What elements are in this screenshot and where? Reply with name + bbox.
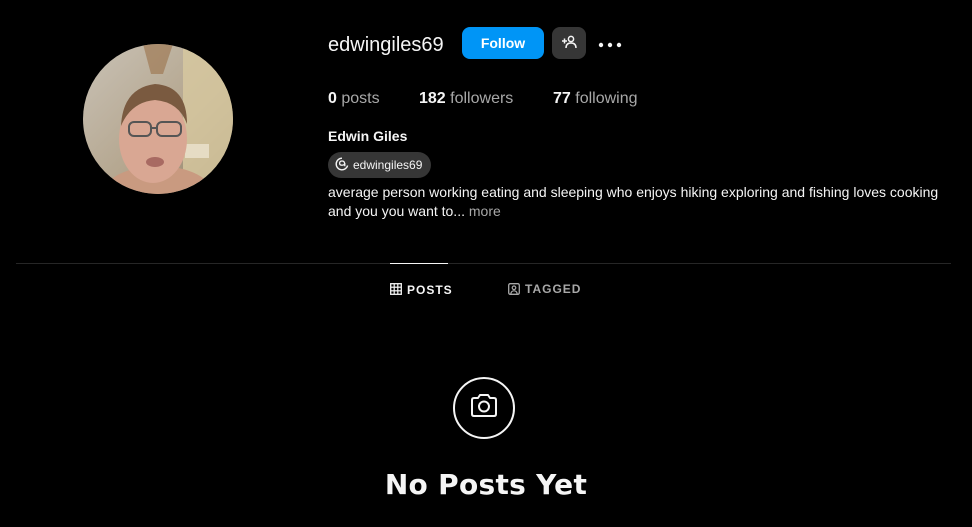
profile-page: edwingiles69 Follow 0 posts 182 follower… [0, 0, 972, 527]
tab-posts[interactable]: POSTS [390, 263, 452, 317]
more-options-icon [598, 36, 622, 51]
empty-state-icon-circle [453, 377, 515, 439]
bio-more-link[interactable]: more [465, 203, 501, 219]
profile-bio: average person working eating and sleepi… [328, 183, 953, 221]
add-person-icon [561, 34, 577, 53]
posts-count: 0 posts [328, 90, 380, 107]
suggested-accounts-button[interactable] [552, 27, 586, 59]
profile-username: edwingiles69 [328, 34, 444, 56]
empty-state-title: No Posts Yet [384, 468, 588, 501]
camera-icon [469, 393, 499, 424]
bio-text: average person working eating and sleepi… [328, 184, 939, 219]
threads-icon [335, 157, 349, 174]
followers-link[interactable]: 182 followers [419, 89, 513, 109]
profile-full-name: Edwin Giles [328, 128, 408, 144]
following-link[interactable]: 77 following [553, 89, 638, 109]
profile-avatar[interactable] [83, 44, 233, 194]
tab-tagged-label: TAGGED [525, 282, 582, 296]
profile-divider [16, 263, 951, 264]
follow-button[interactable]: Follow [462, 27, 544, 59]
tab-posts-label: POSTS [407, 282, 453, 297]
more-options-button[interactable] [596, 29, 624, 57]
tagged-icon [508, 282, 520, 298]
tab-tagged[interactable]: TAGGED [508, 263, 581, 317]
threads-badge[interactable]: edwingiles69 [328, 152, 432, 178]
grid-icon [390, 283, 402, 298]
avatar-photo [83, 44, 233, 194]
threads-handle: edwingiles69 [353, 158, 423, 172]
